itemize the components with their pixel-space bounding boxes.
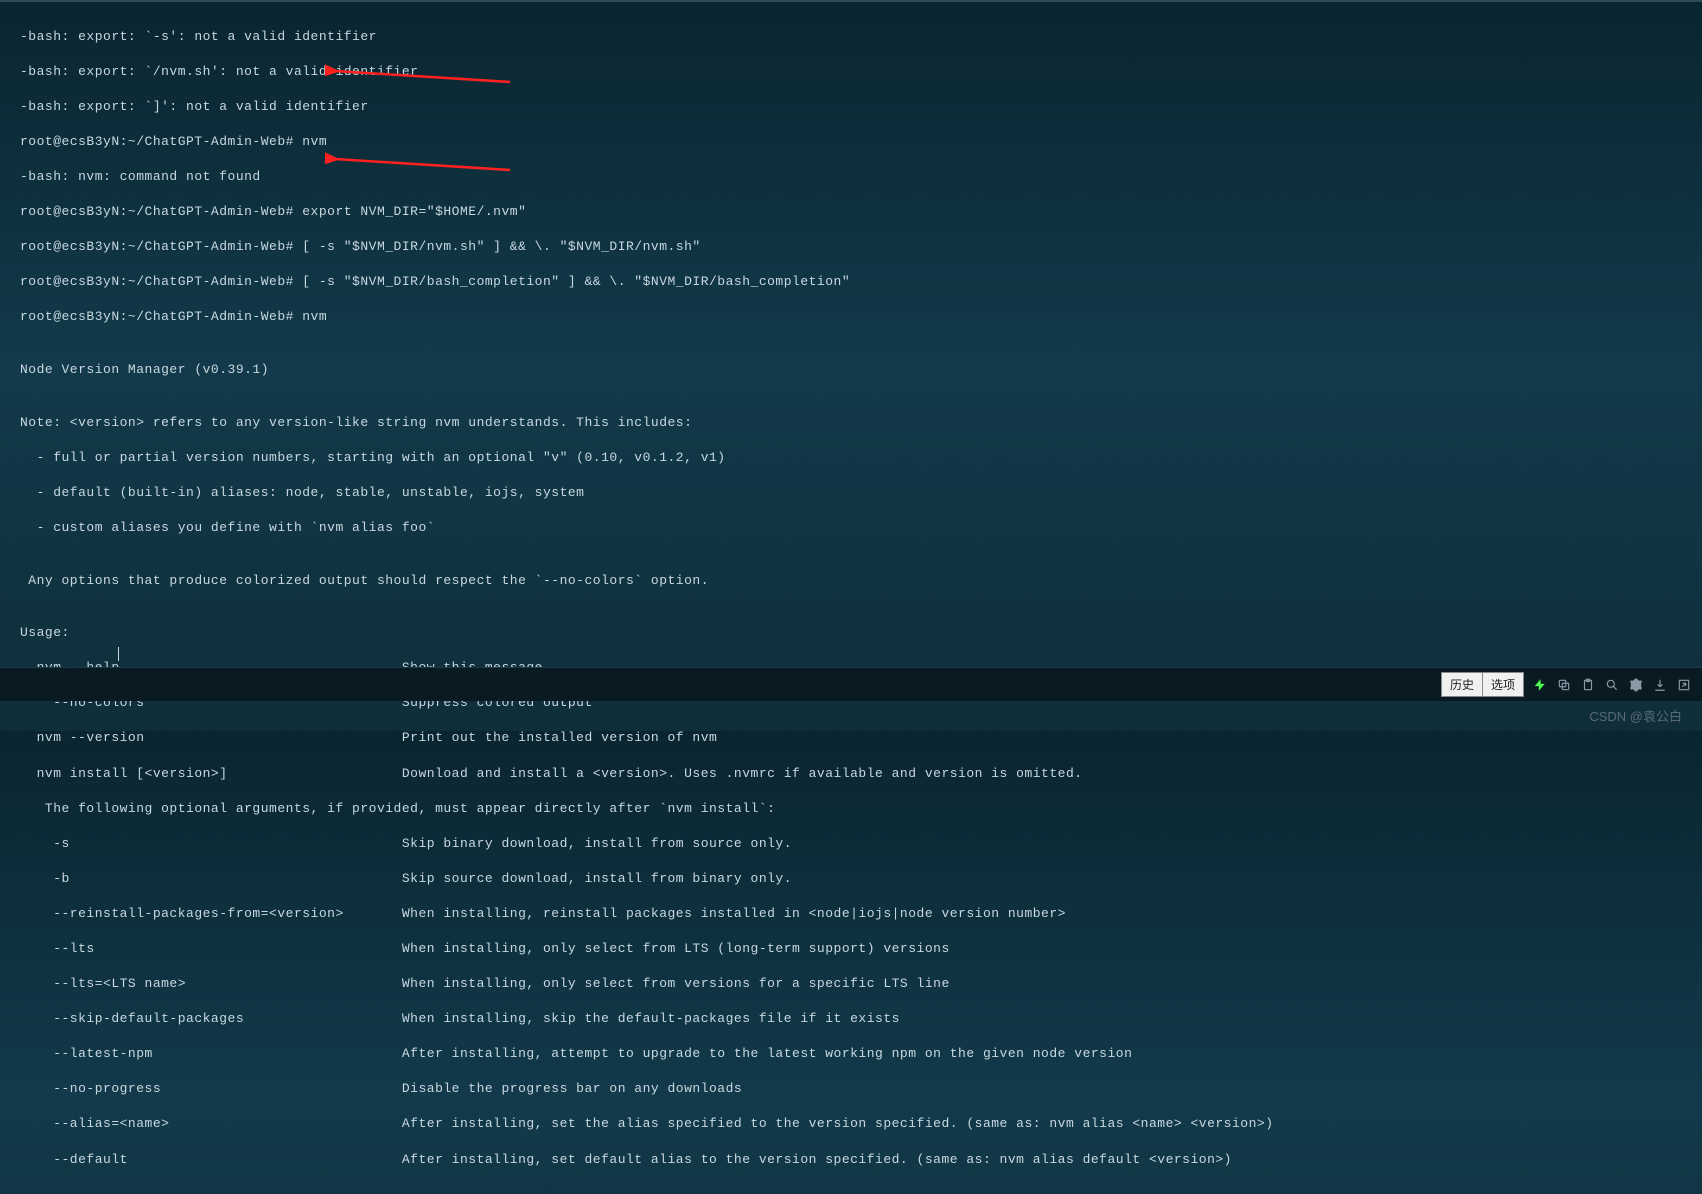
terminal-line: root@ecsB3yN:~/ChatGPT-Admin-Web# nvm — [20, 308, 1682, 326]
terminal-line: -bash: export: `]': not a valid identifi… — [20, 98, 1682, 116]
button-group: 历史 选项 — [1441, 672, 1524, 697]
download-icon[interactable] — [1652, 677, 1668, 693]
terminal-line: --alias=<name> After installing, set the… — [20, 1115, 1682, 1133]
terminal-line: root@ecsB3yN:~/ChatGPT-Admin-Web# [ -s "… — [20, 238, 1682, 256]
terminal-line: Node Version Manager (v0.39.1) — [20, 361, 1682, 379]
history-button[interactable]: 历史 — [1441, 672, 1482, 697]
terminal-line: root@ecsB3yN:~/ChatGPT-Admin-Web# [ -s "… — [20, 273, 1682, 291]
terminal-line: -bash: nvm: command not found — [20, 168, 1682, 186]
terminal-line: --default After installing, set default … — [20, 1151, 1682, 1169]
copy-icon[interactable] — [1556, 677, 1572, 693]
terminal-line: -s Skip binary download, install from so… — [20, 835, 1682, 853]
paste-icon[interactable] — [1580, 677, 1596, 693]
command-input[interactable] — [10, 673, 1431, 697]
lightning-icon[interactable] — [1532, 677, 1548, 693]
terminal-line: - default (built-in) aliases: node, stab… — [20, 484, 1682, 502]
terminal-line: -bash: export: `-s': not a valid identif… — [20, 28, 1682, 46]
bottom-toolbar: 历史 选项 — [0, 667, 1702, 701]
terminal-line: --latest-npm After installing, attempt t… — [20, 1045, 1682, 1063]
terminal-line: --skip-default-packages When installing,… — [20, 1010, 1682, 1028]
search-icon[interactable] — [1604, 677, 1620, 693]
terminal-line: Note: <version> refers to any version-li… — [20, 414, 1682, 432]
terminal-line: root@ecsB3yN:~/ChatGPT-Admin-Web# nvm — [20, 133, 1682, 151]
terminal-line: --lts=<LTS name> When installing, only s… — [20, 975, 1682, 993]
watermark-text: CSDN @袁公白 — [1589, 706, 1682, 725]
terminal-output: -bash: export: `-s': not a valid identif… — [0, 2, 1702, 1194]
terminal-line: -bash: export: `/nvm.sh': not a valid id… — [20, 63, 1682, 81]
toolbar-icons — [1532, 677, 1692, 693]
terminal-line: -b Skip source download, install from bi… — [20, 870, 1682, 888]
terminal-line: Any options that produce colorized outpu… — [20, 572, 1682, 590]
terminal-line: Usage: — [20, 624, 1682, 642]
terminal-line: --reinstall-packages-from=<version> When… — [20, 905, 1682, 923]
external-icon[interactable] — [1676, 677, 1692, 693]
terminal-line: The following optional arguments, if pro… — [20, 800, 1682, 818]
options-button[interactable]: 选项 — [1482, 672, 1524, 697]
terminal-line: nvm install [<version>] Download and ins… — [20, 765, 1682, 783]
terminal-line: - full or partial version numbers, start… — [20, 449, 1682, 467]
terminal-line: - custom aliases you define with `nvm al… — [20, 519, 1682, 537]
terminal-line: --lts When installing, only select from … — [20, 940, 1682, 958]
gear-icon[interactable] — [1628, 677, 1644, 693]
terminal-line: root@ecsB3yN:~/ChatGPT-Admin-Web# export… — [20, 203, 1682, 221]
cursor-icon — [118, 647, 119, 661]
terminal-line: nvm --version Print out the installed ve… — [20, 729, 1682, 747]
terminal-line: --no-progress Disable the progress bar o… — [20, 1080, 1682, 1098]
